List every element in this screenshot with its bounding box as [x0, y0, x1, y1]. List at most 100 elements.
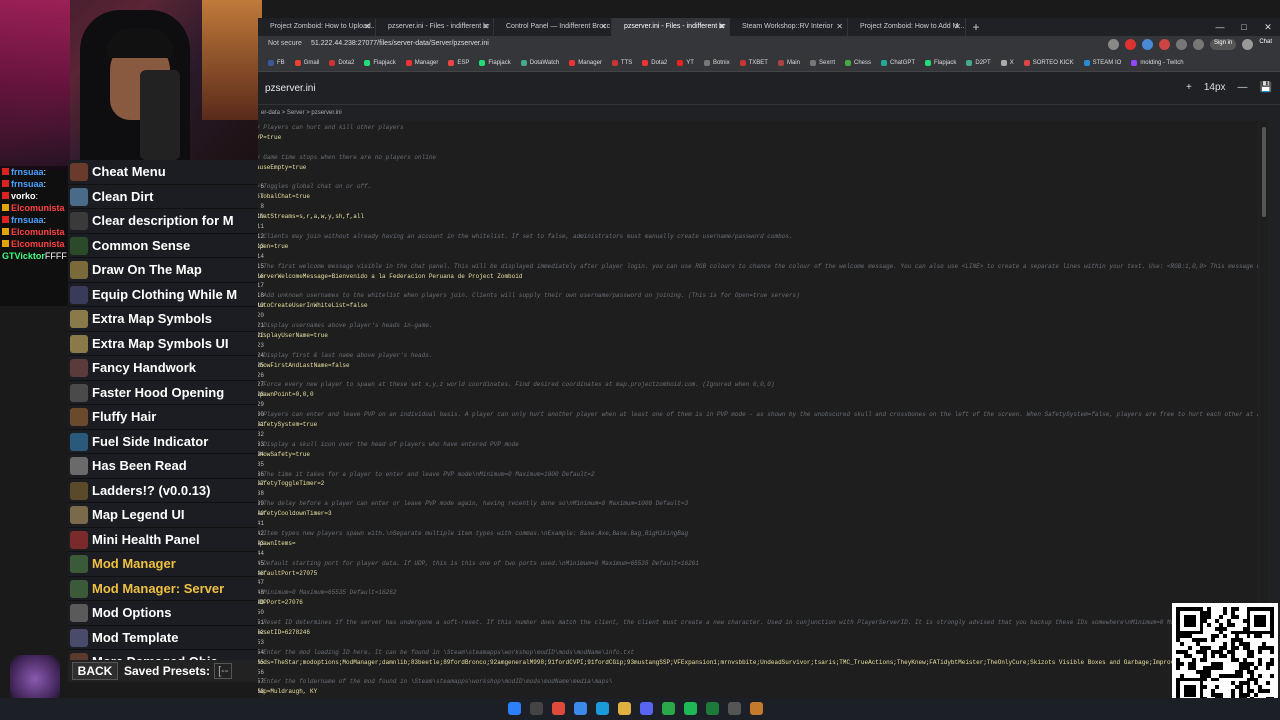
- mod-list-item[interactable]: Has Been Read: [68, 454, 264, 479]
- config-line[interactable]: SpawnPoint=0,0,0: [258, 391, 314, 398]
- close-tab-icon[interactable]: ✕: [364, 18, 371, 36]
- star-icon[interactable]: [1107, 39, 1119, 50]
- bookmark-item[interactable]: X: [1000, 59, 1014, 66]
- address-bar[interactable]: Not secure 51.222.44.238:27077/files/ser…: [258, 36, 1280, 54]
- app-icon[interactable]: [596, 702, 609, 715]
- config-line[interactable]: Open=true: [258, 243, 288, 250]
- mod-list-item[interactable]: Clear description for M: [68, 209, 264, 234]
- windows-start-icon[interactable]: [508, 702, 521, 715]
- mod-list-item[interactable]: Mod Manager: [68, 552, 264, 577]
- config-line[interactable]: AutoCreateUserInWhiteList=false: [258, 302, 368, 309]
- config-line[interactable]: DisplayUserName=true: [258, 332, 328, 339]
- config-line[interactable]: Mods=TheStar;modoptions;ModManager;damnl…: [258, 659, 1258, 666]
- bookmark-item[interactable]: molding - Twitch: [1131, 59, 1184, 66]
- code-comment[interactable]: # Force every new player to spawn at the…: [258, 381, 774, 388]
- mod-list-item[interactable]: Draw On The Map: [68, 258, 264, 283]
- extension-icon[interactable]: [1141, 39, 1153, 50]
- bookmark-item[interactable]: Flapjack: [364, 59, 396, 66]
- puzzle-icon[interactable]: [1175, 39, 1187, 50]
- spotify-icon[interactable]: [684, 702, 697, 715]
- config-line[interactable]: VP=true: [258, 134, 281, 141]
- excel-icon[interactable]: [706, 702, 719, 715]
- mod-list-item[interactable]: Extra Map Symbols UI: [68, 332, 264, 356]
- code-comment[interactable]: # Enter the foldername of the mod found …: [258, 678, 612, 685]
- sign-in-button[interactable]: Sign in: [1209, 39, 1237, 50]
- close-tab-icon[interactable]: ✕: [836, 18, 843, 36]
- code-comment[interactable]: # Game time stops when there are no play…: [258, 154, 436, 161]
- config-line[interactable]: ResetID=6278246: [258, 629, 310, 636]
- mod-list-item[interactable]: Common Sense: [68, 234, 264, 258]
- bookmark-item[interactable]: D2PT: [966, 59, 991, 66]
- mod-list-item[interactable]: Extra Map Symbols: [68, 307, 264, 332]
- mod-list-item[interactable]: Mod Manager: Server: [68, 577, 264, 601]
- bookmark-item[interactable]: Flapjack: [479, 59, 511, 66]
- config-line[interactable]: auseEmpty=true: [258, 164, 306, 171]
- code-editor[interactable]: # Players can hurt and kill other player…: [258, 121, 1258, 698]
- bookmark-item[interactable]: TTS: [611, 59, 632, 66]
- config-line[interactable]: Map=Muldraugh, KY: [258, 688, 317, 695]
- mod-list-item[interactable]: Map Legend UI: [68, 503, 264, 528]
- bookmark-item[interactable]: SORTEO KICK: [1023, 59, 1074, 66]
- mod-list-item[interactable]: Ladders!? (v0.0.13): [68, 479, 264, 503]
- config-line[interactable]: SafetyToggleTimer=2: [258, 480, 324, 487]
- config-line[interactable]: SafetyCooldownTimer=3: [258, 510, 332, 517]
- minimize-icon[interactable]: —: [1208, 18, 1232, 36]
- back-button[interactable]: BACK: [72, 662, 118, 680]
- bookmark-item[interactable]: Sexrrt: [809, 59, 835, 66]
- mod-list-item[interactable]: Fluffy Hair: [68, 405, 264, 430]
- discord-icon[interactable]: [640, 702, 653, 715]
- scrollbar-thumb[interactable]: [1262, 127, 1266, 217]
- code-comment[interactable]: # Players can enter and leave PVP on an …: [258, 411, 1258, 418]
- browser-tab[interactable]: Project Zomboid: How to Add M... ✕: [848, 18, 966, 36]
- bookmark-item[interactable]: YT: [677, 59, 694, 66]
- url-text[interactable]: 51.222.44.238:27077/files/server-data/Se…: [311, 40, 489, 47]
- code-comment[interactable]: # Add unknown usernames to the whitelist…: [258, 292, 800, 299]
- config-line[interactable]: ShowSafety=true: [258, 451, 310, 458]
- chat-button[interactable]: Chat: [1259, 39, 1272, 50]
- mod-list-item[interactable]: Clean Dirt: [68, 185, 264, 209]
- bookmark-item[interactable]: Gmail: [294, 59, 319, 66]
- code-comment[interactable]: # Players can hurt and kill other player…: [258, 124, 404, 131]
- extension-icon[interactable]: [1124, 39, 1136, 50]
- mod-list-item[interactable]: Equip Clothing While M: [68, 283, 264, 307]
- app-icon[interactable]: [728, 702, 741, 715]
- increase-font-icon[interactable]: +: [1186, 82, 1192, 93]
- bookmark-item[interactable]: FB: [268, 59, 285, 66]
- code-comment[interactable]: # Minimum=0 Maximum=65535 Default=16262: [258, 589, 396, 596]
- config-line[interactable]: GlobalChat=true: [258, 193, 310, 200]
- search-icon[interactable]: [530, 702, 543, 715]
- close-tab-icon[interactable]: ✕: [954, 18, 961, 36]
- config-line[interactable]: SafetySystem=true: [258, 421, 317, 428]
- code-comment[interactable]: # Reset ID determines if the server has …: [258, 619, 1258, 626]
- download-icon[interactable]: [1192, 39, 1204, 50]
- bookmark-item[interactable]: STEAM IO: [1083, 59, 1121, 66]
- code-comment[interactable]: # Item types new players spawn with.\nSe…: [258, 530, 688, 537]
- mod-list-item[interactable]: Fuel Side Indicator: [68, 430, 264, 454]
- bookmark-item[interactable]: DotaWatch: [520, 59, 559, 66]
- mod-list-item[interactable]: Mod Options: [68, 601, 264, 626]
- browser-tab[interactable]: Control Panel — Indifferent Brocc ✕: [494, 18, 612, 36]
- code-comment[interactable]: # Display first & last name above player…: [258, 352, 432, 359]
- preset-select[interactable]: [--: [214, 663, 233, 679]
- config-line[interactable]: UDPPort=27076: [258, 599, 303, 606]
- app-icon[interactable]: [750, 702, 763, 715]
- config-line[interactable]: ShowFirstAndLastName=false: [258, 362, 350, 369]
- bookmark-item[interactable]: Manager: [569, 59, 602, 66]
- bookmark-item[interactable]: ChatGPT: [881, 59, 915, 66]
- close-tab-icon[interactable]: ✕: [482, 18, 489, 36]
- bookmark-item[interactable]: Main: [777, 59, 800, 66]
- profile-icon[interactable]: [1242, 39, 1254, 50]
- bookmark-item[interactable]: Flapjack: [925, 59, 956, 66]
- mod-list-item[interactable]: Faster Hood Opening: [68, 381, 264, 405]
- bookmark-item[interactable]: Chess: [845, 59, 871, 66]
- code-comment[interactable]: # Default starting port for player data.…: [258, 560, 699, 567]
- config-line[interactable]: SpawnItems=: [258, 540, 296, 547]
- bookmark-item[interactable]: Botnix: [703, 59, 730, 66]
- code-comment[interactable]: # Display usernames above player's heads…: [258, 322, 432, 329]
- close-tab-icon[interactable]: ✕: [718, 18, 725, 36]
- browser-tab[interactable]: Project Zomboid: How to Upload... ✕: [258, 18, 376, 36]
- config-line[interactable]: DefaultPort=27075: [258, 570, 317, 577]
- code-comment[interactable]: # Toggles global chat on or off.: [258, 183, 371, 190]
- new-tab-button[interactable]: +: [966, 18, 986, 36]
- folder-icon[interactable]: [618, 702, 631, 715]
